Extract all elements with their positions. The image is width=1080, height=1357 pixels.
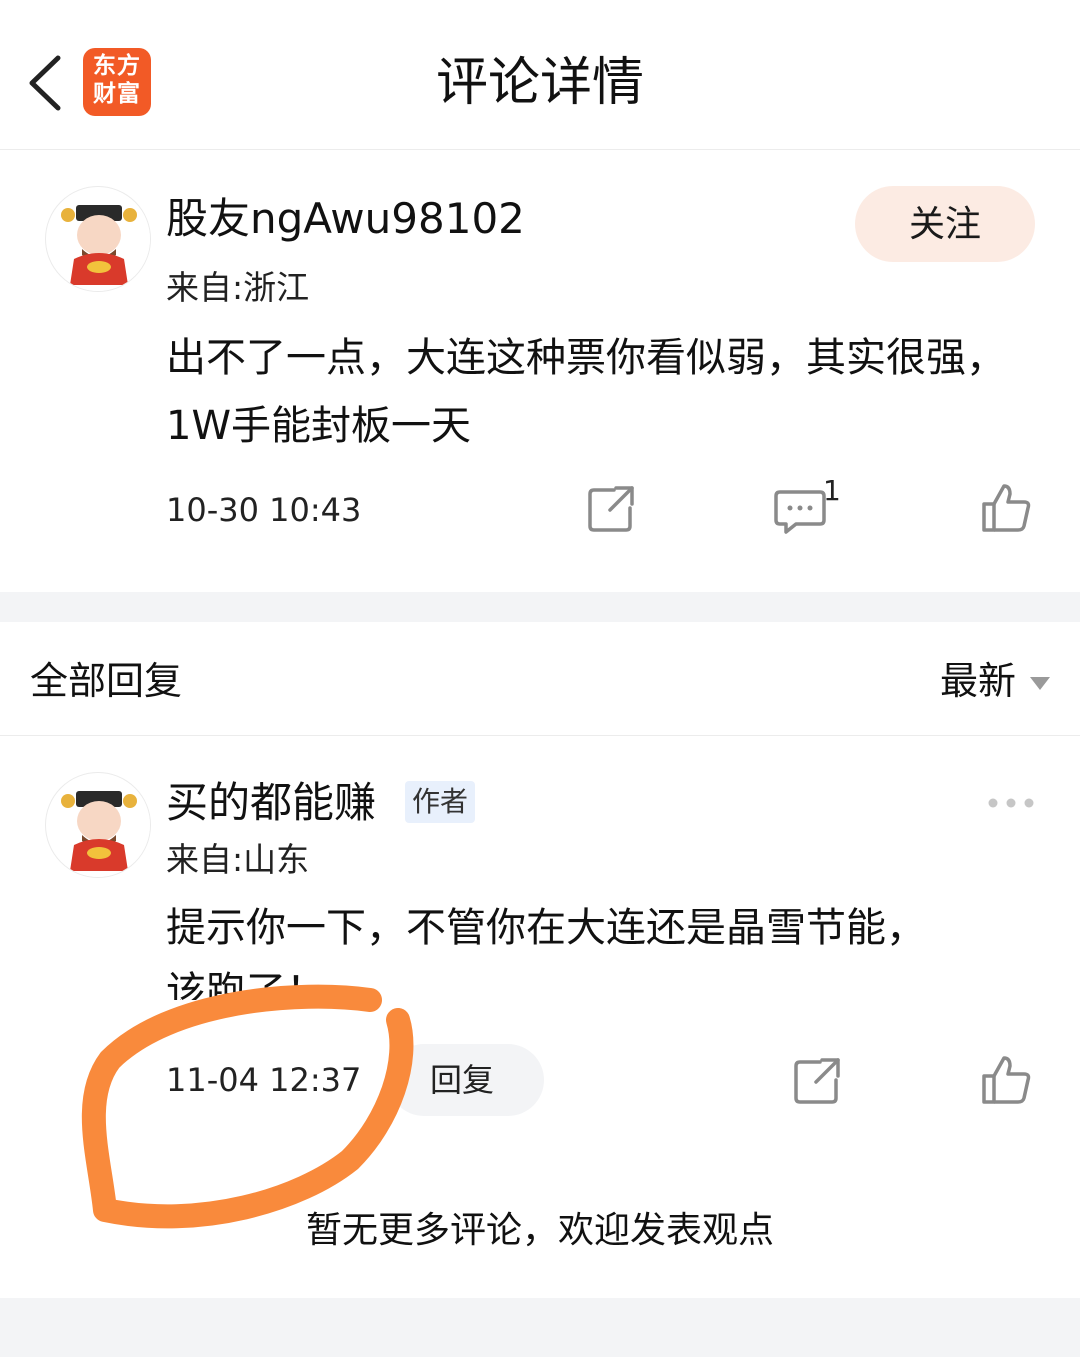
comment-location: 来自:浙江: [166, 268, 310, 307]
comment-icon: [774, 490, 826, 534]
comment-content: 出不了一点，大连这种票你看似弱，其实很强，1W手能封板一天: [166, 335, 1006, 449]
more-options-button[interactable]: [986, 794, 1036, 812]
section-divider: [0, 592, 1080, 622]
bottom-band: [0, 1298, 1080, 1357]
share-button[interactable]: [790, 1052, 846, 1108]
comment-timestamp: 10-30 10:43: [166, 491, 362, 529]
like-button[interactable]: [978, 1052, 1034, 1108]
share-icon: [588, 486, 634, 532]
thumbs-up-icon: [982, 1056, 1031, 1104]
like-button[interactable]: [978, 480, 1034, 536]
replies-title: 全部回复: [30, 659, 183, 703]
reply-username[interactable]: 买的都能赚: [166, 776, 376, 830]
reply-count: 1: [823, 474, 841, 507]
sort-dropdown[interactable]: 最新: [940, 658, 1050, 704]
reply-timestamp: 11-04 12:37: [166, 1061, 362, 1099]
reply-comment-button[interactable]: [772, 482, 828, 538]
thumbs-up-icon: [982, 484, 1031, 532]
follow-button[interactable]: 关注: [855, 186, 1035, 262]
more-dots-icon: [988, 798, 1034, 808]
top-bar: 东方 财富 评论详情: [0, 0, 1080, 150]
comment-username[interactable]: 股友ngAwu98102: [166, 192, 525, 246]
comment-detail-page: 东方 财富 评论详情 股友ngAwu98102 来自:浙江 关注 出不了一点，大…: [0, 0, 1080, 1357]
avatar-icon: [47, 774, 150, 877]
reply-content: 提示你一下，不管你在大连还是晶雪节能，: [166, 905, 926, 951]
share-button[interactable]: [584, 480, 640, 536]
share-icon: [794, 1058, 840, 1104]
avatar-icon: [47, 188, 150, 291]
reply-location: 来自:山东: [166, 840, 310, 879]
page-title: 评论详情: [435, 53, 644, 113]
no-more-comments-note: 暂无更多评论，欢迎发表观点: [305, 1210, 774, 1251]
reply-button[interactable]: 回复: [388, 1044, 544, 1116]
replies-header: 全部回复 最新: [0, 622, 1080, 736]
caret-down-icon: [1030, 677, 1050, 690]
sort-label: 最新: [939, 659, 1016, 703]
reply-content-overflow: 该跑了！: [166, 958, 1046, 1000]
avatar[interactable]: [45, 186, 151, 292]
author-badge: 作者: [405, 781, 476, 823]
avatar[interactable]: [45, 772, 151, 878]
reply-content-line2: 该跑了！: [166, 969, 326, 1000]
